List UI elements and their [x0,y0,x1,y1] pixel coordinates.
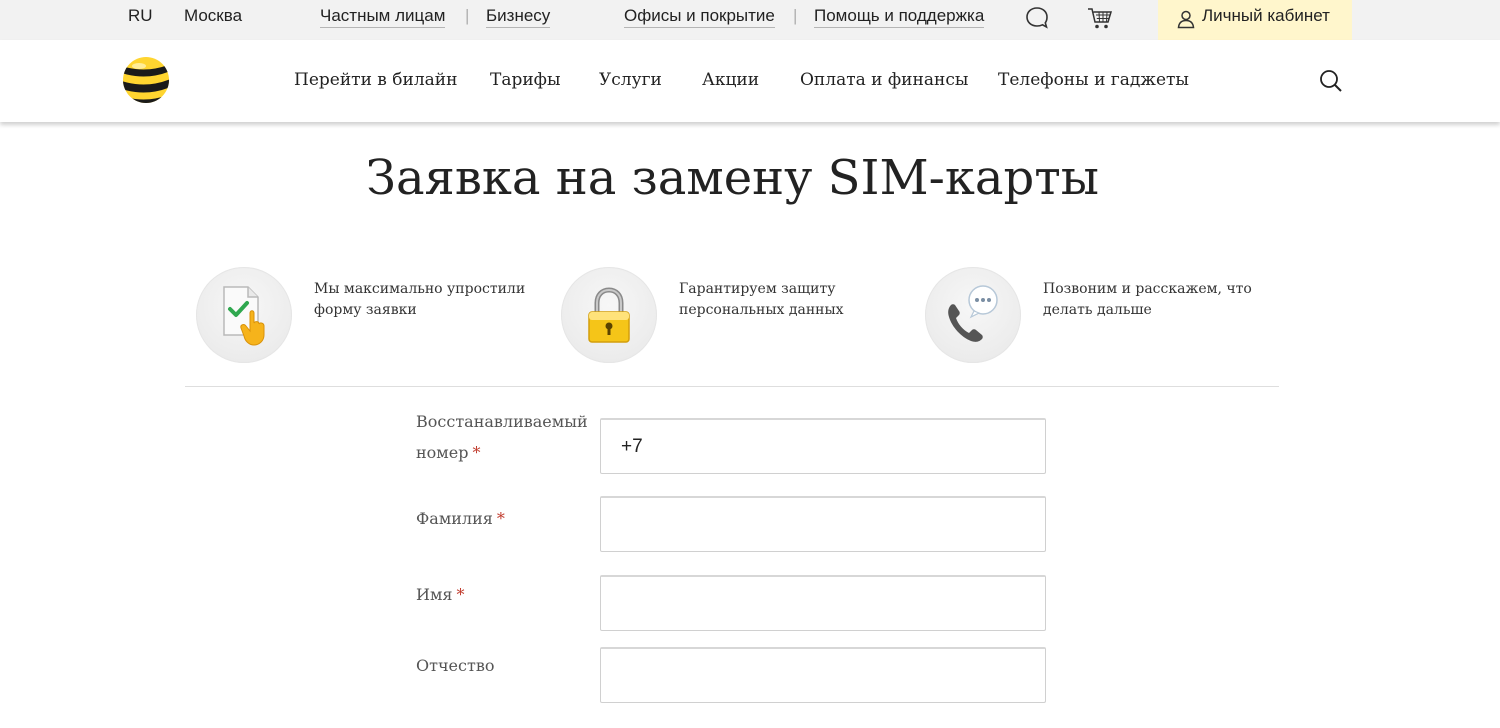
field-label-text: Имя [416,585,453,604]
personal-cabinet-label: Личный кабинет [1202,6,1330,25]
nav-item-tariffs[interactable]: Тарифы [490,69,561,91]
links-separator: | [793,6,798,25]
last-name-input[interactable] [600,496,1046,552]
feature-icon-circle [925,267,1021,363]
field-label-text: Восстанавливаемый номер [416,412,588,462]
page-title: Заявка на замену SIM-карты [366,150,1099,206]
required-mark: * [496,509,505,528]
cart-icon[interactable] [1086,4,1114,32]
first-name-label: Имя * [416,579,591,610]
restored-number-input[interactable] [600,418,1046,474]
feature-text: Гарантируем защиту персональных данных [679,281,844,318]
help-support-link[interactable]: Помощь и поддержка [814,5,985,28]
middle-name-label: Отчество [416,650,591,681]
field-label-text: Фамилия [416,509,493,528]
middle-name-input[interactable] [600,647,1046,703]
nav-item-promotions[interactable]: Акции [702,69,759,91]
first-name-input[interactable] [600,575,1046,631]
feature-icon-circle [196,267,292,363]
offices-coverage-link[interactable]: Офисы и покрытие [624,5,775,28]
feature-text: Позвоним и расскажем, что делать дальше [1043,281,1252,318]
language-switch[interactable]: RU [128,5,153,27]
nav-item-services[interactable]: Услуги [599,69,662,91]
feature-icon-circle [561,267,657,363]
nav-item-phones-gadgets[interactable]: Телефоны и гаджеты [998,69,1189,91]
phone-chat-icon [948,285,998,342]
required-mark: * [472,443,481,462]
field-label-text: Отчество [416,656,495,675]
main-navigation: Перейти в билайн Тарифы Услуги Акции Опл… [0,40,1500,122]
search-icon[interactable] [1318,68,1344,94]
chat-icon[interactable] [1024,5,1050,31]
segment-business-link[interactable]: Бизнесу [486,5,551,28]
feature-text: Мы максимально упростили форму заявки [314,281,526,318]
city-selector[interactable]: Москва [184,5,242,27]
segment-separator: | [465,6,470,25]
segment-private-link[interactable]: Частным лицам [320,5,446,28]
document-check-icon [223,286,265,346]
section-divider [185,386,1279,387]
nav-item-go-to-beeline[interactable]: Перейти в билайн [294,69,457,91]
user-icon [1176,9,1196,29]
beeline-logo[interactable] [121,55,171,105]
padlock-icon [588,287,630,343]
required-mark: * [456,585,465,604]
nav-item-payment-finance[interactable]: Оплата и финансы [800,69,968,91]
restored-number-label: Восстанавливаемый номер * [416,406,591,468]
personal-cabinet-button[interactable]: Личный кабинет [1158,0,1352,40]
last-name-label: Фамилия * [416,503,591,534]
top-utility-bar: RU Москва Частным лицам | Бизнесу Офисы … [0,0,1500,40]
